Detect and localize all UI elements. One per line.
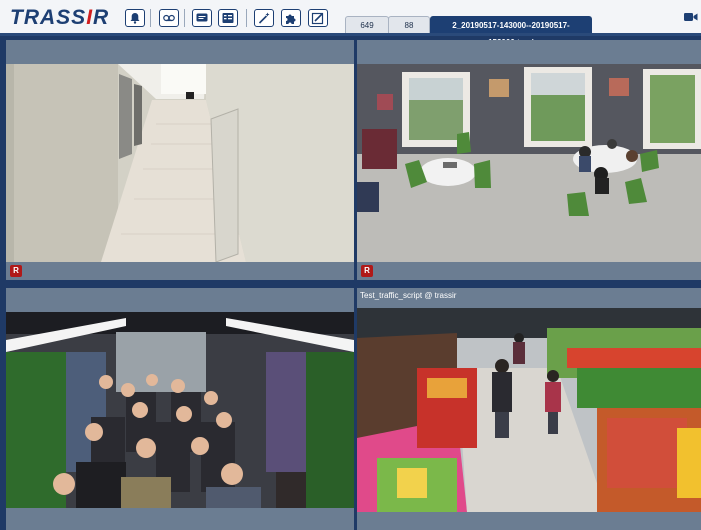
video-feed-meeting-room[interactable]: [357, 64, 701, 262]
pane-footer: [6, 508, 354, 530]
pane-footer: R: [357, 262, 701, 280]
pane-header: [6, 40, 354, 64]
videotape-icon[interactable]: [159, 9, 179, 27]
magic-wand-icon[interactable]: [254, 9, 274, 27]
recording-badge: R: [361, 265, 373, 277]
pane-footer: R: [6, 262, 354, 280]
camera-pane-3[interactable]: [6, 288, 354, 530]
camera-pane-1[interactable]: R: [6, 40, 354, 280]
pane-footer: [357, 512, 701, 530]
plugin-icon[interactable]: [281, 9, 301, 27]
video-feed-crowd[interactable]: [6, 312, 354, 508]
camera-pane-2[interactable]: R: [357, 40, 701, 280]
logo-text-red: I: [86, 6, 94, 29]
edit-icon[interactable]: [308, 9, 328, 27]
tab-label: 649: [360, 21, 374, 30]
bell-icon[interactable]: [125, 9, 145, 27]
video-feed-corridor[interactable]: [6, 64, 354, 263]
chat-icon[interactable]: [192, 9, 212, 27]
pane-header: [357, 40, 701, 64]
tab-label: 88: [404, 21, 414, 30]
tab-88[interactable]: 88: [388, 16, 430, 33]
camera-pane-4[interactable]: Test_traffic_script @ trassir: [357, 288, 701, 530]
video-feed-grocery-store[interactable]: [357, 308, 701, 512]
tab-649[interactable]: 649: [345, 16, 389, 33]
tab-archive-recording[interactable]: 2_20190517-143000--20190517-153000.travi: [430, 16, 592, 47]
pane-header: [6, 288, 354, 312]
pane-title: Test_traffic_script @ trassir: [360, 291, 457, 300]
recording-badge: R: [10, 265, 22, 277]
top-toolbar: TRASSIR 649 88 2_20190517-143000--201905…: [0, 0, 701, 47]
logo-text-blue: TRASS: [10, 6, 87, 29]
trassir-logo: TRASSIR: [10, 5, 109, 31]
camera-record-icon[interactable]: [683, 9, 699, 27]
logo-text-blue-end: R: [93, 6, 110, 29]
list-settings-icon[interactable]: [218, 9, 238, 27]
